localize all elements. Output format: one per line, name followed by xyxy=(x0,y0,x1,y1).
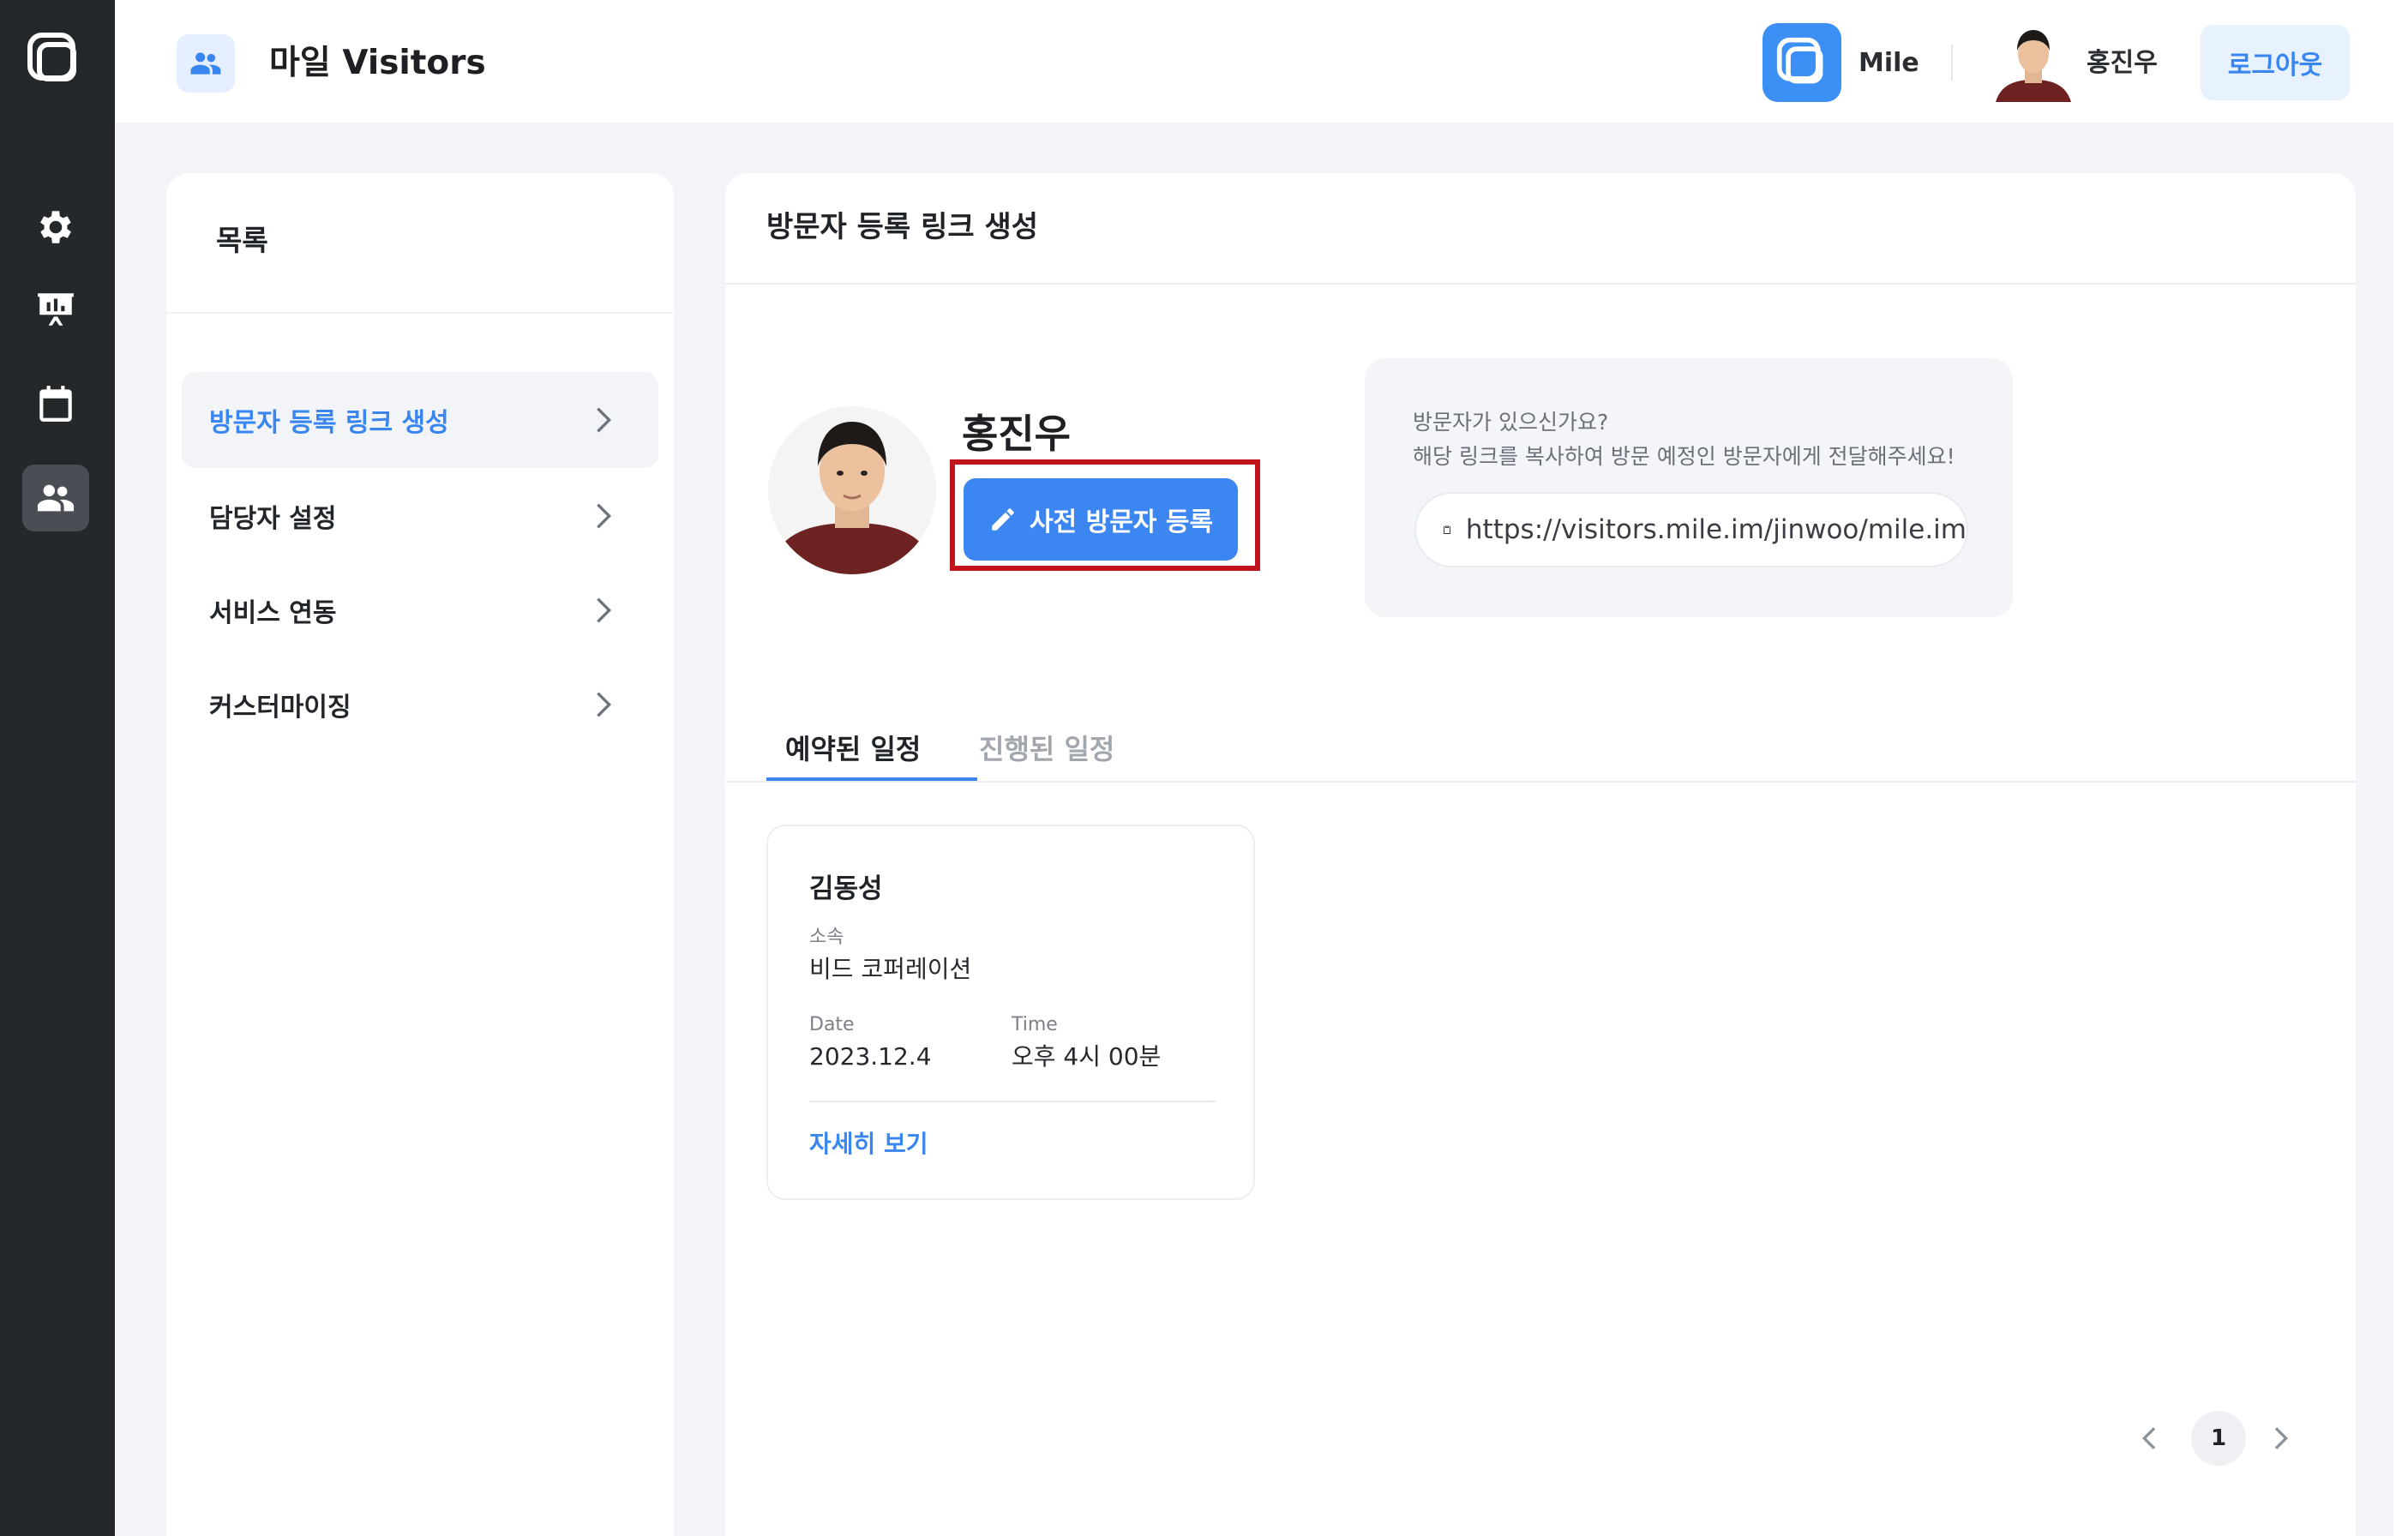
chevron-right-icon xyxy=(597,407,612,433)
profile-avatar xyxy=(768,406,936,574)
chevron-right-icon[interactable] xyxy=(2263,1421,2297,1455)
date-value: 2023.12.4 xyxy=(809,1042,932,1071)
copy-link-field[interactable]: https://visitors.mile.im/jinwoo/mile.im xyxy=(1414,492,1968,567)
header-divider xyxy=(1951,45,1953,81)
divider xyxy=(725,781,2356,783)
menu-list-panel: 목록 방문자 등록 링크 생성 담당자 설정 서비스 연동 커스터마이징 xyxy=(166,173,674,1536)
date-label: Date xyxy=(809,1014,855,1035)
main-panel: 방문자 등록 링크 생성 홍진우 사전 방문자 등록 방문자가 있으신가요? 해… xyxy=(725,173,2356,1536)
clipboard-icon[interactable] xyxy=(1442,517,1452,543)
user-avatar[interactable] xyxy=(1992,23,2075,102)
presentation-icon[interactable] xyxy=(22,276,89,343)
affiliation-label: 소속 xyxy=(809,927,844,948)
sidebar-item-service-integration[interactable]: 서비스 연동 xyxy=(182,562,658,658)
profile-name: 홍진우 xyxy=(962,411,1071,457)
sidebar-item-label: 커스터마이징 xyxy=(209,693,351,723)
settings-icon[interactable] xyxy=(22,194,89,261)
logout-button[interactable]: 로그아웃 xyxy=(2201,25,2350,100)
active-tab-indicator xyxy=(766,777,977,781)
icon-rail xyxy=(0,0,115,1536)
sidebar-item-customizing[interactable]: 커스터마이징 xyxy=(182,657,658,753)
divider xyxy=(725,283,2356,285)
people-icon[interactable] xyxy=(22,465,89,531)
share-link-card: 방문자가 있으신가요? 해당 링크를 복사하여 방문 예정인 방문자에게 전달해… xyxy=(1365,358,2013,617)
visit-card: 김동성 소속 비드 코퍼레이션 Date 2023.12.4 Time 오후 4… xyxy=(766,825,1255,1200)
divider xyxy=(166,312,674,314)
preregister-label: 사전 방문자 등록 xyxy=(1029,507,1214,537)
logo-icon[interactable] xyxy=(26,31,82,87)
view-details-link[interactable]: 자세히 보기 xyxy=(809,1126,928,1162)
top-header: 마일 Visitors Mile 홍진우 로그아웃 xyxy=(115,0,2408,123)
chevron-right-icon xyxy=(597,692,612,717)
list-title: 목록 xyxy=(216,224,268,257)
brand-name: Mile xyxy=(1859,48,1919,78)
preregister-visitor-button[interactable]: 사전 방문자 등록 xyxy=(964,478,1238,561)
chevron-right-icon xyxy=(597,503,612,529)
tab-completed[interactable]: 진행된 일정 xyxy=(979,727,1114,771)
page-number-current[interactable]: 1 xyxy=(2191,1411,2246,1466)
window-edge xyxy=(2393,0,2408,1536)
link-instruction: 해당 링크를 복사하여 방문 예정인 방문자에게 전달해주세요! xyxy=(1413,444,1955,469)
affiliation-value: 비드 코퍼레이션 xyxy=(809,955,972,983)
chevron-right-icon xyxy=(597,597,612,623)
calendar-icon[interactable] xyxy=(22,370,89,437)
link-question: 방문자가 있으신가요? xyxy=(1413,410,1609,435)
chevron-left-icon[interactable] xyxy=(2133,1421,2167,1455)
app-title: 마일 Visitors xyxy=(269,44,486,82)
divider xyxy=(809,1101,1216,1102)
mile-logo-icon xyxy=(1762,23,1841,102)
pencil-icon xyxy=(992,508,1014,531)
sidebar-item-label: 방문자 등록 링크 생성 xyxy=(209,408,449,438)
sidebar-item-manager-settings[interactable]: 담당자 설정 xyxy=(182,468,658,564)
page-title: 방문자 등록 링크 생성 xyxy=(766,210,1039,244)
sidebar-item-label: 담당자 설정 xyxy=(209,504,337,534)
visitors-app-icon xyxy=(177,34,235,93)
tab-scheduled[interactable]: 예약된 일정 xyxy=(785,727,921,771)
time-value: 오후 4시 00분 xyxy=(1012,1042,1162,1071)
registration-url[interactable]: https://visitors.mile.im/jinwoo/mile.im xyxy=(1466,514,1967,545)
header-user-name: 홍진우 xyxy=(2087,48,2158,78)
sidebar-item-label: 서비스 연동 xyxy=(209,598,337,628)
sidebar-item-link-creation[interactable]: 방문자 등록 링크 생성 xyxy=(182,372,658,468)
visitor-name: 김동성 xyxy=(809,873,883,904)
time-label: Time xyxy=(1012,1014,1058,1035)
